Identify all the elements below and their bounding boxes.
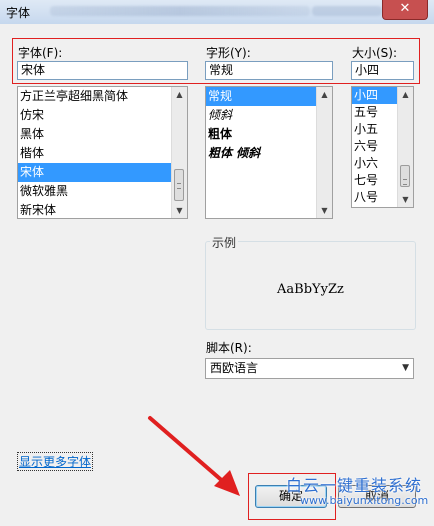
watermark-title: 白云一键重装系统 bbox=[286, 476, 423, 495]
annotation-arrow-icon bbox=[148, 416, 240, 496]
watermark-url: www.baiyunxitong.com bbox=[300, 494, 429, 507]
font-dialog: 字体 ✕ 字体(F): 宋体 方正兰亭超细黑简体 仿宋 黑体 楷体 宋体 微软雅黑 新宋体 … bbox=[0, 0, 434, 526]
